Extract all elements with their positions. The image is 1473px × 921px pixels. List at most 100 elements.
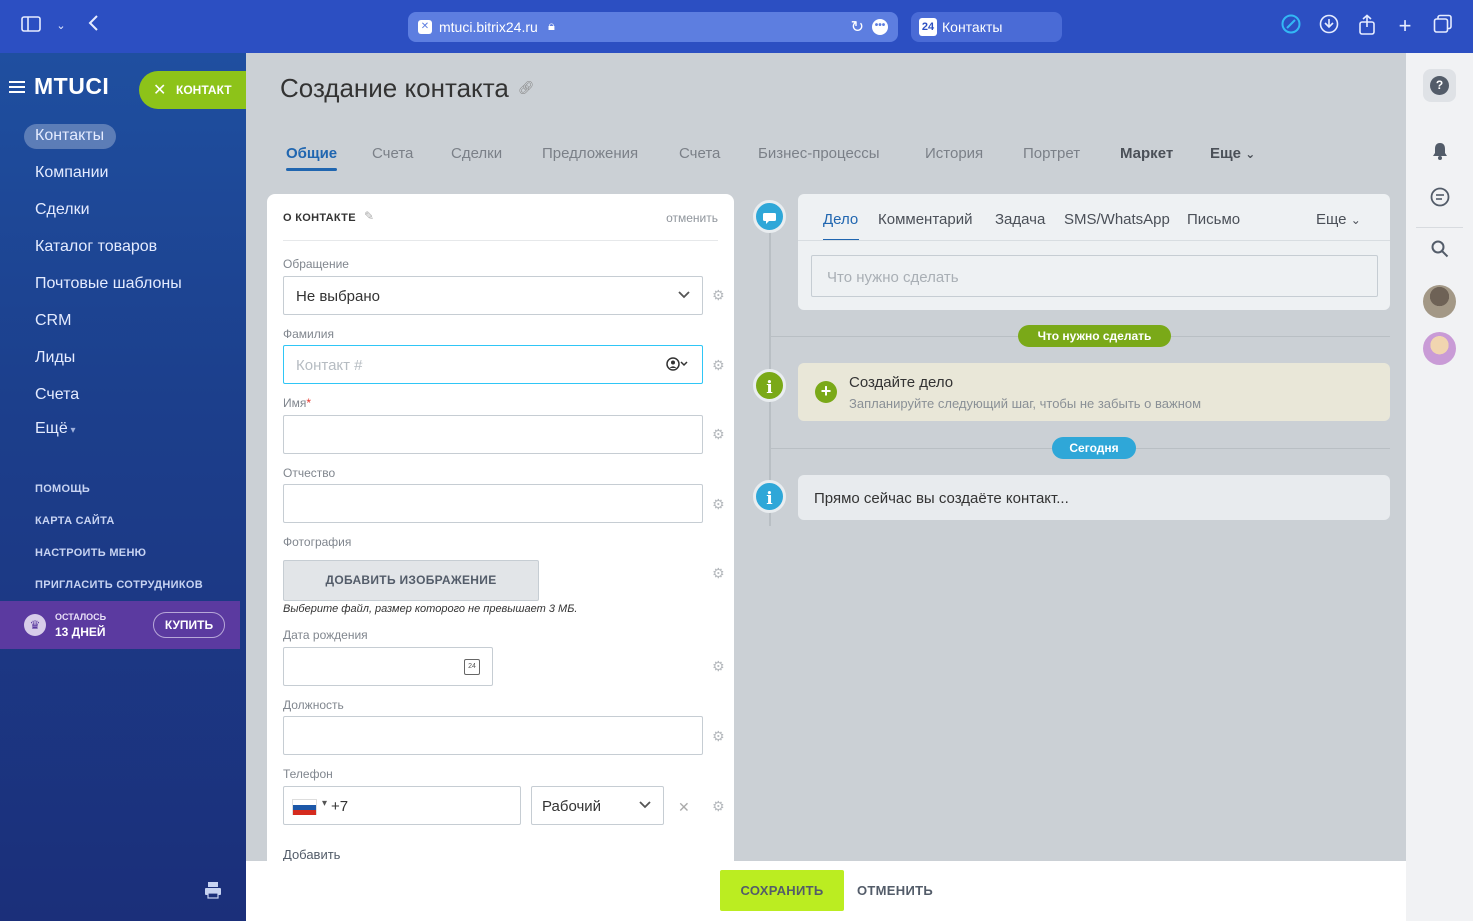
logo: MTUCI (34, 73, 110, 99)
right-panel: ? (1406, 53, 1473, 921)
address-bar[interactable]: ✕ mtuci.bitrix24.ru 🔒︎ ↻ ••• (408, 12, 898, 42)
link-help[interactable]: ПОМОЩЬ (35, 483, 90, 495)
sidebar-item-mail-templates[interactable]: Почтовые шаблоны (35, 275, 182, 293)
sidebar-item-companies[interactable]: Компании (35, 164, 109, 182)
info-icon: i (753, 369, 786, 402)
sidebar-item-leads[interactable]: Лиды (35, 349, 75, 367)
tab-quotes[interactable]: Предложения (542, 145, 638, 162)
back-icon[interactable] (80, 14, 106, 38)
gear-icon[interactable]: ⚙ (712, 496, 725, 513)
caret-down-icon[interactable]: ▾ (322, 798, 327, 809)
gear-icon[interactable]: ⚙ (712, 287, 725, 304)
required-mark: * (306, 396, 312, 410)
first-name-input[interactable] (283, 415, 703, 454)
chevron-down-icon: ⌄ (1245, 147, 1256, 161)
link-invite-users[interactable]: ПРИГЛАСИТЬ СОТРУДНИКОВ (35, 579, 203, 591)
phone-type-select[interactable]: Рабочий (531, 786, 664, 825)
cancel-button[interactable]: ОТМЕНИТЬ (857, 883, 933, 898)
sidebar-toggle-icon[interactable] (18, 14, 44, 38)
phone-type-value: Рабочий (542, 798, 602, 815)
phone-value: +7 (331, 798, 349, 815)
menu-icon[interactable] (9, 81, 25, 93)
notifications-icon[interactable] (1423, 134, 1456, 167)
sidebar-item-invoices[interactable]: Счета (35, 386, 79, 404)
activity-tab-task[interactable]: Дело (823, 211, 858, 228)
browser-tab[interactable]: 24 Контакты (911, 12, 1062, 42)
add-field-link[interactable]: Добавить (283, 847, 340, 862)
tab-portrait[interactable]: Портрет (1023, 145, 1080, 162)
buy-button[interactable]: КУПИТЬ (153, 612, 225, 638)
remove-phone-icon[interactable]: ✕ (678, 799, 690, 816)
contact-button[interactable]: ✕ КОНТАКТ (139, 71, 249, 109)
avatar[interactable] (1423, 332, 1456, 365)
todo-badge: Что нужно сделать (1018, 325, 1171, 347)
gear-icon[interactable]: ⚙ (712, 798, 725, 815)
avatar[interactable] (1423, 285, 1456, 318)
sidebar-item-deals[interactable]: Сделки (35, 201, 90, 219)
link-sitemap[interactable]: КАРТА САЙТА (35, 515, 115, 527)
phone-input[interactable]: ▾ +7 (283, 786, 521, 825)
section-cancel-link[interactable]: отменить (666, 211, 718, 225)
activity-tab-todo[interactable]: Задача (995, 211, 1045, 228)
activity-tab-email[interactable]: Письмо (1187, 211, 1240, 228)
tab-invoices-2[interactable]: Счета (679, 145, 720, 162)
chevron-down-icon: ⌄ (1350, 213, 1361, 227)
activity-input[interactable]: Что нужно сделать (811, 255, 1378, 297)
tab-history[interactable]: История (925, 145, 983, 162)
link-icon[interactable]: 🔗︎ (518, 80, 535, 96)
trial-line1: ОСТАЛОСЬ (55, 612, 107, 622)
save-button[interactable]: СОХРАНИТЬ (720, 870, 844, 911)
sidebar-item-crm[interactable]: CRM (35, 312, 71, 330)
gear-icon[interactable]: ⚙ (712, 357, 725, 374)
tab-deals[interactable]: Сделки (451, 145, 502, 162)
create-task-card[interactable]: + Создайте дело Запланируйте следующий ш… (798, 363, 1390, 421)
download-icon[interactable] (1316, 14, 1342, 38)
tabs-overview-icon[interactable] (1430, 14, 1456, 38)
activity-tab-sms[interactable]: SMS/WhatsApp (1064, 211, 1170, 228)
gear-icon[interactable]: ⚙ (712, 658, 725, 675)
chat-icon[interactable] (1423, 181, 1456, 214)
help-button[interactable]: ? (1423, 69, 1456, 102)
compass-icon[interactable] (1278, 14, 1304, 38)
trial-days: 13 ДНЕЙ (55, 625, 106, 639)
tab-business-processes[interactable]: Бизнес-процессы (758, 145, 880, 162)
sidebar-item-more[interactable]: Ещё ▾ (35, 420, 76, 438)
activity-editor: Дело Комментарий Задача SMS/WhatsApp Пис… (798, 194, 1390, 310)
middle-name-input[interactable] (283, 484, 703, 523)
birthday-input[interactable]: 24 (283, 647, 493, 686)
activity-tab-more[interactable]: Еще ⌄ (1316, 211, 1361, 228)
share-icon[interactable] (1354, 14, 1380, 38)
salutation-select[interactable]: Не выбрано (283, 276, 703, 315)
search-icon[interactable] (1423, 233, 1456, 266)
new-tab-icon[interactable]: + (1392, 14, 1418, 38)
more-icon[interactable]: ••• (872, 19, 888, 35)
link-configure-menu[interactable]: НАСТРОИТЬ МЕНЮ (35, 547, 146, 559)
position-input[interactable] (283, 716, 703, 755)
sidebar-item-contacts[interactable]: Контакты (35, 127, 104, 145)
activity-tab-comment[interactable]: Комментарий (878, 211, 972, 228)
salutation-label: Обращение (283, 257, 349, 271)
calendar-icon[interactable]: 24 (464, 659, 480, 675)
reload-icon[interactable]: ↻ (851, 17, 864, 37)
gear-icon[interactable]: ⚙ (712, 426, 725, 443)
salutation-value: Не выбрано (296, 288, 380, 305)
main-content: Создание контакта 🔗︎ Общие Счета Сделки … (246, 53, 1406, 884)
last-name-input[interactable]: Контакт # (283, 345, 703, 384)
tab-market[interactable]: Маркет (1120, 145, 1173, 162)
gear-icon[interactable]: ⚙ (712, 728, 725, 745)
tab-invoices[interactable]: Счета (372, 145, 413, 162)
printer-icon[interactable] (204, 881, 222, 904)
chevron-down-icon[interactable]: ⌄ (48, 14, 74, 38)
trial-banner: ♛ ОСТАЛОСЬ 13 ДНЕЙ КУПИТЬ (0, 601, 240, 649)
sidebar-item-catalog[interactable]: Каталог товаров (35, 238, 157, 256)
tab-general[interactable]: Общие (286, 145, 337, 162)
tab-more[interactable]: Еще ⌄ (1210, 145, 1255, 162)
russia-flag-icon[interactable] (292, 799, 317, 815)
pencil-icon[interactable]: ✎ (364, 209, 374, 223)
add-image-button[interactable]: ДОБАВИТЬ ИЗОБРАЖЕНИЕ (283, 560, 539, 601)
photo-label: Фотография (283, 535, 352, 549)
gear-icon[interactable]: ⚙ (712, 565, 725, 582)
plus-icon[interactable]: + (815, 381, 837, 403)
user-search-icon[interactable] (666, 357, 690, 374)
phone-label: Телефон (283, 767, 333, 781)
